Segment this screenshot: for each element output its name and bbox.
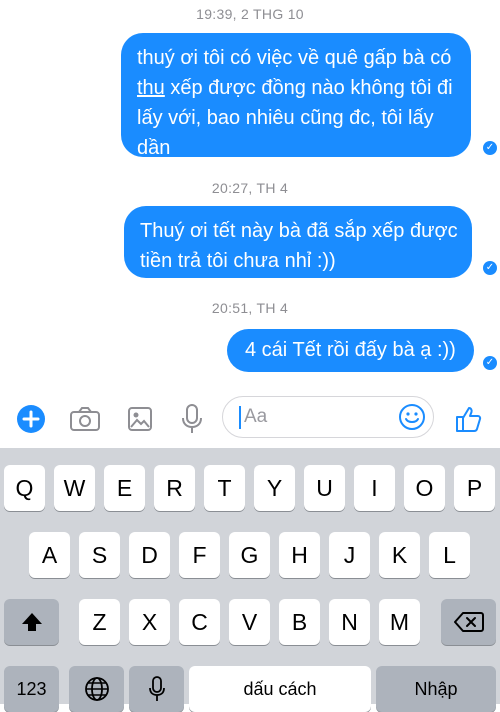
message-bubble[interactable]: 4 cái Tết rồi đấy bà ạ :)) [227, 329, 474, 372]
key-a[interactable]: A [29, 532, 70, 578]
text-caret [239, 406, 241, 429]
key-g[interactable]: G [229, 532, 270, 578]
key-j[interactable]: J [329, 532, 370, 578]
message-text: thuý ơi tôi có việc về quê gấp bà có [137, 47, 452, 69]
camera-icon[interactable] [69, 403, 101, 435]
message-placeholder: Aa [244, 406, 268, 427]
message-text: Thuý ơi tết này bà đã sắp xếp được tiền … [140, 220, 458, 272]
timestamp: 19:39, 2 THG 10 [196, 6, 304, 22]
underlined-word[interactable]: thu [137, 77, 165, 99]
key-q[interactable]: Q [4, 465, 45, 511]
plus-icon[interactable] [15, 403, 47, 435]
globe-icon [84, 677, 109, 701]
timestamp: 20:27, TH 4 [211, 180, 289, 196]
key-p[interactable]: P [454, 465, 495, 511]
message-composer: Aa [0, 390, 500, 448]
dictation-key[interactable] [129, 666, 184, 712]
key-n[interactable]: N [329, 599, 370, 645]
message-bubble[interactable]: Thuý ơi tết này bà đã sắp xếp được tiền … [124, 206, 472, 278]
key-h[interactable]: H [279, 532, 320, 578]
microphone-icon[interactable] [176, 403, 208, 435]
delete-key[interactable] [441, 599, 496, 645]
keyboard: Q W E R T Y U I O P A S D F G H J K L Z … [0, 448, 500, 712]
key-i[interactable]: I [354, 465, 395, 511]
key-w[interactable]: W [54, 465, 95, 511]
key-l[interactable]: L [429, 532, 470, 578]
seen-check-icon: ✓ [483, 261, 497, 275]
message-input[interactable]: Aa [222, 396, 434, 438]
dictation-icon [148, 676, 165, 701]
key-y[interactable]: Y [254, 465, 295, 511]
message-text: xếp được đồng nào không tôi đi lấy với, … [137, 77, 453, 159]
return-key[interactable]: Nhập [376, 666, 496, 712]
space-key[interactable]: dấu cách [189, 666, 371, 712]
key-z[interactable]: Z [79, 599, 120, 645]
delete-icon [453, 612, 484, 632]
key-x[interactable]: X [129, 599, 170, 645]
seen-check-icon: ✓ [483, 356, 497, 370]
key-e[interactable]: E [104, 465, 145, 511]
globe-key[interactable] [69, 666, 124, 712]
key-r[interactable]: R [154, 465, 195, 511]
key-o[interactable]: O [404, 465, 445, 511]
shift-key[interactable] [4, 599, 59, 645]
gallery-icon[interactable] [124, 403, 156, 435]
like-icon[interactable] [452, 403, 484, 435]
timestamp: 20:51, TH 4 [211, 300, 289, 316]
key-f[interactable]: F [179, 532, 220, 578]
message-bubble[interactable]: thuý ơi tôi có việc về quê gấp bà có thu… [121, 33, 471, 159]
message-text: 4 cái Tết rồi đấy bà ạ :)) [245, 339, 456, 361]
key-s[interactable]: S [79, 532, 120, 578]
seen-check-icon: ✓ [483, 141, 497, 155]
emoji-icon[interactable] [398, 403, 426, 436]
key-u[interactable]: U [304, 465, 345, 511]
shift-icon [21, 613, 42, 631]
key-k[interactable]: K [379, 532, 420, 578]
key-d[interactable]: D [129, 532, 170, 578]
key-v[interactable]: V [229, 599, 270, 645]
key-c[interactable]: C [179, 599, 220, 645]
key-t[interactable]: T [204, 465, 245, 511]
numbers-key[interactable]: 123 [4, 666, 59, 712]
key-m[interactable]: M [379, 599, 420, 645]
key-b[interactable]: B [279, 599, 320, 645]
